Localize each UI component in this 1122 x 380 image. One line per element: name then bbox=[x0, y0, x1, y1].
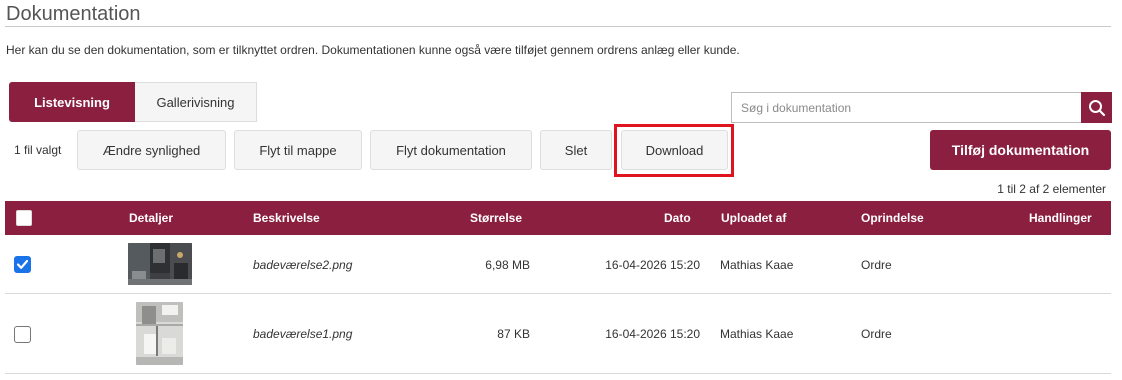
move-documentation-button[interactable]: Flyt dokumentation bbox=[370, 130, 532, 170]
intro-text: Her kan du se den dokumentation, som er … bbox=[6, 43, 740, 57]
origin: Ordre bbox=[861, 258, 892, 272]
column-header-origin: Oprindelse bbox=[861, 211, 924, 225]
title-divider bbox=[5, 26, 1111, 27]
origin: Ordre bbox=[861, 327, 892, 341]
bathroom-photo-dark bbox=[128, 243, 192, 285]
search-button[interactable] bbox=[1081, 92, 1112, 123]
table-row[interactable]: badeværelse1.png 87 KB 16-04-2026 15:20 … bbox=[5, 294, 1111, 374]
delete-button[interactable]: Slet bbox=[540, 130, 612, 170]
search-input[interactable] bbox=[731, 92, 1081, 123]
search-icon bbox=[1088, 99, 1105, 116]
add-documentation-button[interactable]: Tilføj dokumentation bbox=[930, 130, 1111, 170]
tab-gallerivisning[interactable]: Gallerivisning bbox=[135, 82, 257, 122]
page-title: Dokumentation bbox=[6, 3, 141, 25]
upload-date: 16-04-2026 15:20 bbox=[605, 327, 700, 341]
row-checkbox[interactable] bbox=[14, 326, 31, 343]
select-all-checkbox[interactable] bbox=[16, 210, 32, 226]
table-header: Detaljer Beskrivelse Størrelse Dato Uplo… bbox=[5, 201, 1111, 235]
image-thumbnail[interactable] bbox=[136, 302, 183, 365]
uploaded-by: Mathias Kaae bbox=[720, 258, 794, 272]
file-size: 87 KB bbox=[497, 327, 530, 341]
download-button[interactable]: Download bbox=[621, 130, 728, 170]
tab-listevisning[interactable]: Listevisning bbox=[9, 82, 135, 122]
pagination-info: 1 til 2 af 2 elementer bbox=[997, 182, 1106, 196]
file-description: badeværelse2.png bbox=[253, 258, 353, 272]
column-header-description: Beskrivelse bbox=[253, 211, 320, 225]
uploaded-by: Mathias Kaae bbox=[720, 327, 794, 341]
file-description: badeværelse1.png bbox=[253, 327, 353, 341]
table-row[interactable]: badeværelse2.png 6,98 MB 16-04-2026 15:2… bbox=[5, 235, 1111, 294]
upload-date: 16-04-2026 15:20 bbox=[605, 258, 700, 272]
selected-count: 1 fil valgt bbox=[14, 143, 62, 157]
column-header-size: Størrelse bbox=[470, 211, 523, 225]
column-header-uploaded-by: Uploadet af bbox=[721, 211, 787, 225]
file-size: 6,98 MB bbox=[485, 258, 530, 272]
move-to-folder-button[interactable]: Flyt til mappe bbox=[234, 130, 362, 170]
checkmark-icon bbox=[16, 259, 29, 269]
search-box bbox=[731, 92, 1112, 123]
view-tabs: Listevisning Gallerivisning bbox=[9, 82, 257, 122]
column-header-details: Detaljer bbox=[129, 211, 174, 225]
change-visibility-button[interactable]: Ændre synlighed bbox=[77, 130, 226, 170]
image-thumbnail[interactable] bbox=[128, 243, 192, 285]
bathroom-photo-light bbox=[136, 302, 183, 365]
column-header-actions: Handlinger bbox=[1029, 211, 1092, 225]
row-checkbox-checked[interactable] bbox=[14, 256, 31, 273]
column-header-date: Dato bbox=[664, 211, 691, 225]
